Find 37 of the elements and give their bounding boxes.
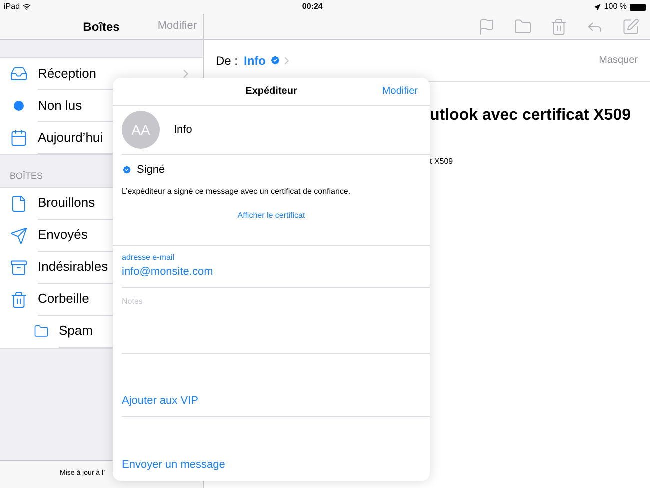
paper-plane-icon xyxy=(10,226,28,244)
email-link[interactable]: info@monsite.com xyxy=(122,264,430,281)
show-certificate-link[interactable]: Afficher le certificat xyxy=(238,210,306,222)
trash-icon xyxy=(10,290,28,308)
folder-icon[interactable] xyxy=(514,18,532,36)
wifi-icon xyxy=(23,3,32,11)
contact-action-button[interactable]: Ajouter aux VIP xyxy=(122,392,198,409)
section-header: BOÎTES xyxy=(10,170,44,183)
message-subject: utlook avec certificat X509 xyxy=(430,106,632,126)
contact-action-button[interactable]: Envoyer un message xyxy=(122,456,226,473)
clock: 00:24 xyxy=(302,1,323,13)
folder-icon xyxy=(34,324,49,339)
device-name: iPad xyxy=(4,1,20,13)
signed-status: Signé xyxy=(137,163,166,178)
popover-title: Expéditeur xyxy=(246,85,298,99)
verified-icon xyxy=(270,55,282,66)
notes-field[interactable]: Notes xyxy=(122,288,430,354)
verified-icon xyxy=(122,165,132,176)
compose-icon[interactable] xyxy=(622,18,640,36)
contact-name: Info xyxy=(174,122,192,138)
message-body: t X509 xyxy=(430,156,454,168)
junk-box-icon xyxy=(10,258,28,276)
inbox-icon xyxy=(10,65,28,83)
document-icon xyxy=(10,194,28,212)
flag-icon[interactable] xyxy=(478,18,496,36)
sidebar-title: Boîtes xyxy=(83,18,120,36)
signature-description: L’expéditeur a signé ce message avec un certificat de confiance. xyxy=(122,186,352,198)
edit-contact-button[interactable]: Modifier xyxy=(382,84,418,99)
from-label: De : xyxy=(216,52,238,70)
email-label: adresse e-mail xyxy=(122,252,176,264)
sender-link[interactable]: Info xyxy=(244,52,266,70)
trash-icon[interactable] xyxy=(550,18,568,36)
location-icon xyxy=(594,4,602,10)
avatar: AA xyxy=(122,111,160,149)
calendar-icon xyxy=(10,129,28,147)
battery-level: 100 % xyxy=(604,1,627,13)
battery-icon xyxy=(630,4,646,10)
